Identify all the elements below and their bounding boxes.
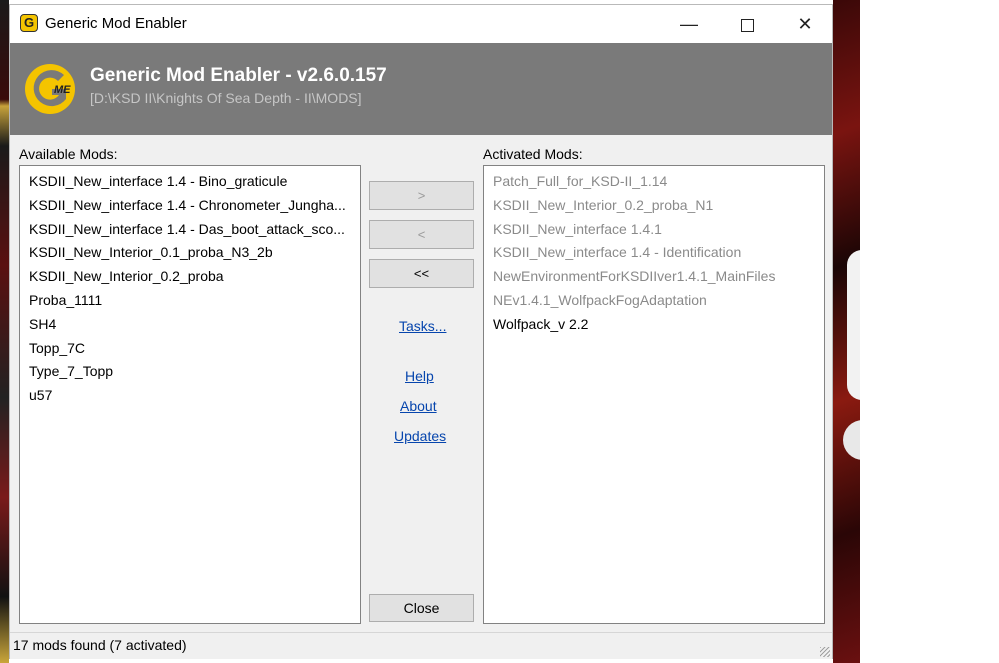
list-item[interactable]: KSDII_New_interface 1.4.1 (484, 218, 824, 242)
close-icon: ✕ (797, 14, 813, 34)
list-item[interactable]: KSDII_New_interface 1.4 - Identification (484, 241, 824, 265)
list-item[interactable]: SH4 (20, 313, 360, 337)
list-item[interactable]: KSDII_New_Interior_0.2_proba_N1 (484, 194, 824, 218)
resize-grip-icon[interactable] (820, 647, 830, 657)
list-item[interactable]: Wolfpack_v 2.2 (484, 313, 824, 337)
banner-title: Generic Mod Enabler - v2.6.0.157 (90, 65, 387, 86)
list-item[interactable]: NewEnvironmentForKSDIIver1.4.1_MainFiles (484, 265, 824, 289)
window-title: Generic Mod Enabler (45, 15, 187, 32)
list-item[interactable]: Topp_7C (20, 337, 360, 361)
list-item[interactable]: KSDII_New_interface 1.4 - Chronometer_Ju… (20, 194, 360, 218)
title-bar[interactable]: G Generic Mod Enabler — ✕ (10, 5, 832, 43)
list-item[interactable]: u57 (20, 384, 360, 408)
minimize-button[interactable]: — (660, 5, 718, 43)
activated-mods-list[interactable]: Patch_Full_for_KSD-II_1.14 KSDII_New_Inte… (483, 165, 825, 624)
tasks-link[interactable]: Tasks... (399, 318, 446, 334)
activate-button[interactable]: > (369, 181, 474, 210)
list-item[interactable]: Proba_1111 (20, 289, 360, 313)
desktop-background-left (0, 0, 9, 663)
mods-path: [D:\KSD II\Knights Of Sea Depth - II\MOD… (90, 90, 362, 106)
desktop-background-right (833, 0, 883, 663)
list-item[interactable]: Type_7_Topp (20, 360, 360, 384)
maximize-icon (740, 18, 754, 32)
deactivate-button[interactable]: < (369, 220, 474, 249)
list-item[interactable]: KSDII_New_interface 1.4 - Das_boot_attac… (20, 218, 360, 242)
logo-text: ME (54, 84, 71, 96)
list-item[interactable]: NEv1.4.1_WolfpackFogAdaptation (484, 289, 824, 313)
header-banner: ME Generic Mod Enabler - v2.6.0.157 [D:\… (10, 43, 832, 135)
list-item[interactable]: Patch_Full_for_KSD-II_1.14 (484, 170, 824, 194)
app-icon: G (20, 14, 38, 32)
minimize-icon: — (680, 14, 698, 34)
app-window: G Generic Mod Enabler — ✕ ME Generic Mod… (9, 4, 833, 659)
maximize-button[interactable] (718, 5, 776, 43)
about-link[interactable]: About (400, 398, 437, 414)
desktop-background-blank (860, 0, 999, 663)
status-bar: 17 mods found (7 activated) (10, 632, 832, 659)
available-mods-label: Available Mods: (19, 146, 118, 162)
list-item[interactable]: KSDII_New_interface 1.4 - Bino_graticule (20, 170, 360, 194)
activated-mods-label: Activated Mods: (483, 146, 583, 162)
list-item[interactable]: KSDII_New_Interior_0.2_proba (20, 265, 360, 289)
status-text: 17 mods found (7 activated) (13, 637, 187, 653)
help-link[interactable]: Help (405, 368, 434, 384)
updates-link[interactable]: Updates (394, 428, 446, 444)
gme-logo: ME (25, 64, 75, 114)
available-mods-list[interactable]: KSDII_New_interface 1.4 - Bino_graticule… (19, 165, 361, 624)
list-item[interactable]: KSDII_New_Interior_0.1_proba_N3_2b (20, 241, 360, 265)
close-window-button[interactable]: ✕ (776, 5, 834, 43)
close-button[interactable]: Close (369, 594, 474, 622)
deactivate-all-button[interactable]: << (369, 259, 474, 288)
